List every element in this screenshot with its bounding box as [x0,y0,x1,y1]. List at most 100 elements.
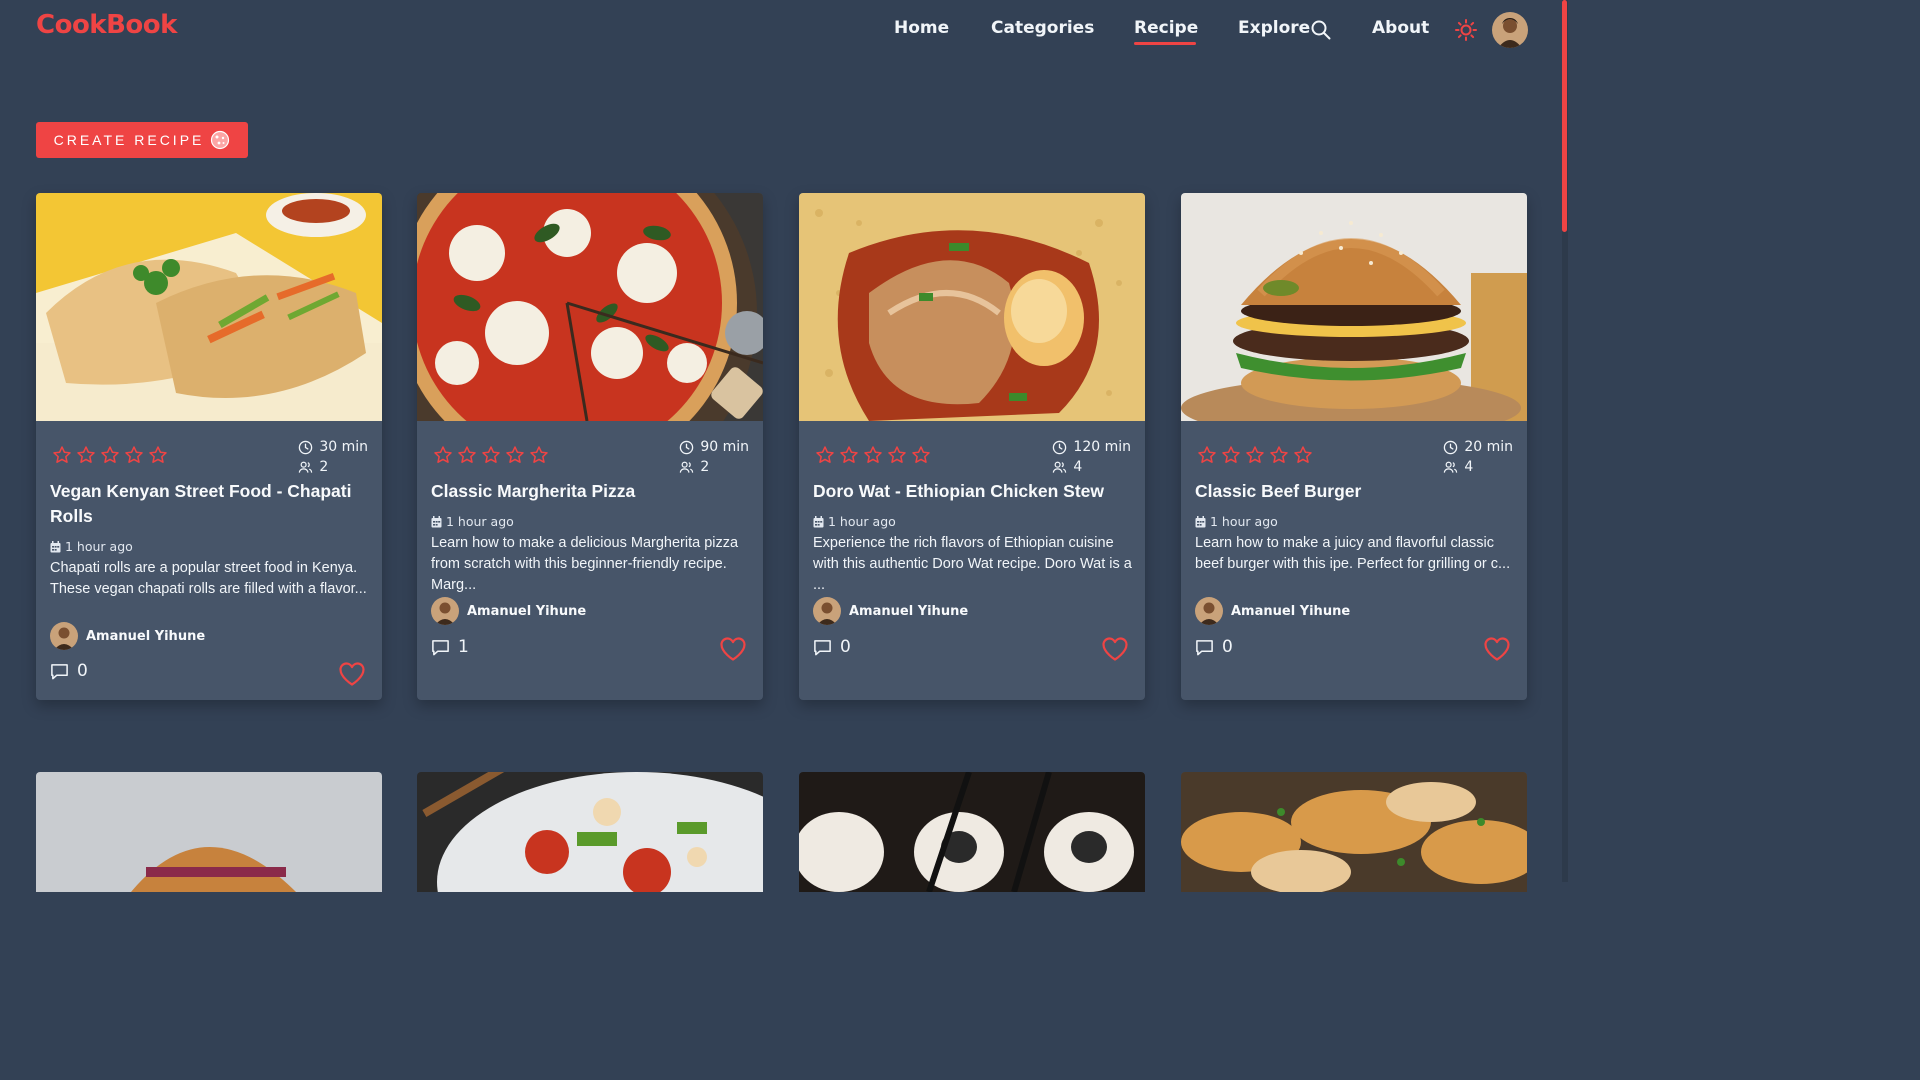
nav-explore[interactable]: Explore [1238,18,1310,38]
author-avatar[interactable] [431,597,459,625]
recipe-image[interactable] [36,193,382,421]
recipe-image[interactable] [417,193,763,421]
heart-icon[interactable] [1101,636,1129,662]
recipe-title[interactable]: Classic Margherita Pizza [431,479,749,504]
clock-icon [680,440,694,454]
users-icon [299,461,313,473]
recipe-meta: 30 min 2 [298,437,368,477]
recipe-comments[interactable]: 1 [431,637,469,657]
users-icon [680,461,694,473]
recipe-posted: 1 hour ago [65,539,133,554]
recipe-posted: 1 hour ago [828,514,896,529]
recipe-image[interactable] [36,772,382,892]
comment-icon[interactable] [1195,638,1214,657]
star-icon[interactable] [529,445,549,465]
recipe-author[interactable]: Amanuel Yihune [813,597,968,625]
author-name[interactable]: Amanuel Yihune [86,629,205,644]
search-icon[interactable] [1311,20,1331,40]
star-icon[interactable] [148,445,168,465]
star-icon[interactable] [863,445,883,465]
recipe-card[interactable]: 90 min 2 Classic Margherita Pizza 1 hour… [417,193,763,700]
nav-about[interactable]: About [1372,18,1429,38]
scrollbar-thumb[interactable] [1562,0,1567,232]
recipe-card[interactable]: 30 min 2 Vegan Kenyan Street Food - Chap… [36,193,382,700]
recipe-servings: 2 [319,459,329,475]
heart-icon[interactable] [338,661,366,687]
heart-icon[interactable] [719,636,747,662]
clock-icon [1444,440,1458,454]
star-icon[interactable] [815,445,835,465]
recipe-title[interactable]: Classic Beef Burger [1195,479,1513,504]
rating-stars[interactable] [815,445,931,465]
recipe-title[interactable]: Doro Wat - Ethiopian Chicken Stew [813,479,1131,504]
recipe-date: 1 hour ago [813,514,896,529]
star-icon[interactable] [1221,445,1241,465]
heart-icon[interactable] [1483,636,1511,662]
comment-icon[interactable] [813,638,832,657]
recipe-comments[interactable]: 0 [813,637,851,657]
recipe-card-partial[interactable] [799,772,1145,892]
nav-active-underline [1134,42,1196,45]
comment-icon[interactable] [50,662,69,681]
author-name[interactable]: Amanuel Yihune [467,604,586,619]
star-icon[interactable] [505,445,525,465]
sun-icon[interactable] [1455,19,1477,41]
comment-count: 1 [458,637,469,657]
nav-categories[interactable]: Categories [991,18,1094,38]
star-icon[interactable] [1293,445,1313,465]
star-icon[interactable] [1245,445,1265,465]
recipe-author[interactable]: Amanuel Yihune [431,597,586,625]
recipe-author[interactable]: Amanuel Yihune [50,622,205,650]
recipe-date: 1 hour ago [431,514,514,529]
recipe-description: Experience the rich flavors of Ethiopian… [813,535,1132,593]
recipe-image[interactable] [1181,772,1527,892]
recipe-card[interactable]: 20 min 4 Classic Beef Burger 1 hour ago … [1181,193,1527,700]
recipe-image[interactable] [417,772,763,892]
star-icon[interactable] [839,445,859,465]
calendar-icon [1195,515,1206,527]
recipe-image[interactable] [799,193,1145,421]
nav-home[interactable]: Home [894,18,949,38]
recipe-card-partial[interactable] [417,772,763,892]
recipe-description: Learn how to make a delicious Margherita… [431,535,739,593]
star-icon[interactable] [433,445,453,465]
star-icon[interactable] [887,445,907,465]
star-icon[interactable] [52,445,72,465]
rating-stars[interactable] [433,445,549,465]
nav-recipe[interactable]: Recipe [1134,18,1198,38]
recipe-card[interactable]: 120 min 4 Doro Wat - Ethiopian Chicken S… [799,193,1145,700]
create-recipe-button[interactable]: CREATE RECIPE [36,122,248,158]
recipe-card-partial[interactable] [36,772,382,892]
users-icon [1444,461,1458,473]
recipe-comments[interactable]: 0 [50,661,88,681]
rating-stars[interactable] [52,445,168,465]
star-icon[interactable] [124,445,144,465]
author-name[interactable]: Amanuel Yihune [849,604,968,619]
star-icon[interactable] [457,445,477,465]
author-avatar[interactable] [50,622,78,650]
star-icon[interactable] [481,445,501,465]
recipe-image[interactable] [799,772,1145,892]
comment-icon[interactable] [431,638,450,657]
star-icon[interactable] [100,445,120,465]
star-icon[interactable] [76,445,96,465]
recipe-card-partial[interactable] [1181,772,1527,892]
star-icon[interactable] [1269,445,1289,465]
recipe-servings: 4 [1464,459,1474,475]
rating-stars[interactable] [1197,445,1313,465]
star-icon[interactable] [1197,445,1217,465]
author-avatar[interactable] [813,597,841,625]
recipe-author[interactable]: Amanuel Yihune [1195,597,1350,625]
comment-count: 0 [840,637,851,657]
recipe-title[interactable]: Vegan Kenyan Street Food - Chapati Rolls [50,479,368,529]
recipe-posted: 1 hour ago [1210,514,1278,529]
recipe-description: Chapati rolls are a popular street food … [50,560,367,597]
recipe-comments[interactable]: 0 [1195,637,1233,657]
recipe-servings: 2 [700,459,710,475]
main-nav: Home Categories Recipe Explore About [0,16,1568,46]
author-name[interactable]: Amanuel Yihune [1231,604,1350,619]
recipe-image[interactable] [1181,193,1527,421]
author-avatar[interactable] [1195,597,1223,625]
star-icon[interactable] [911,445,931,465]
user-avatar[interactable] [1492,12,1528,48]
